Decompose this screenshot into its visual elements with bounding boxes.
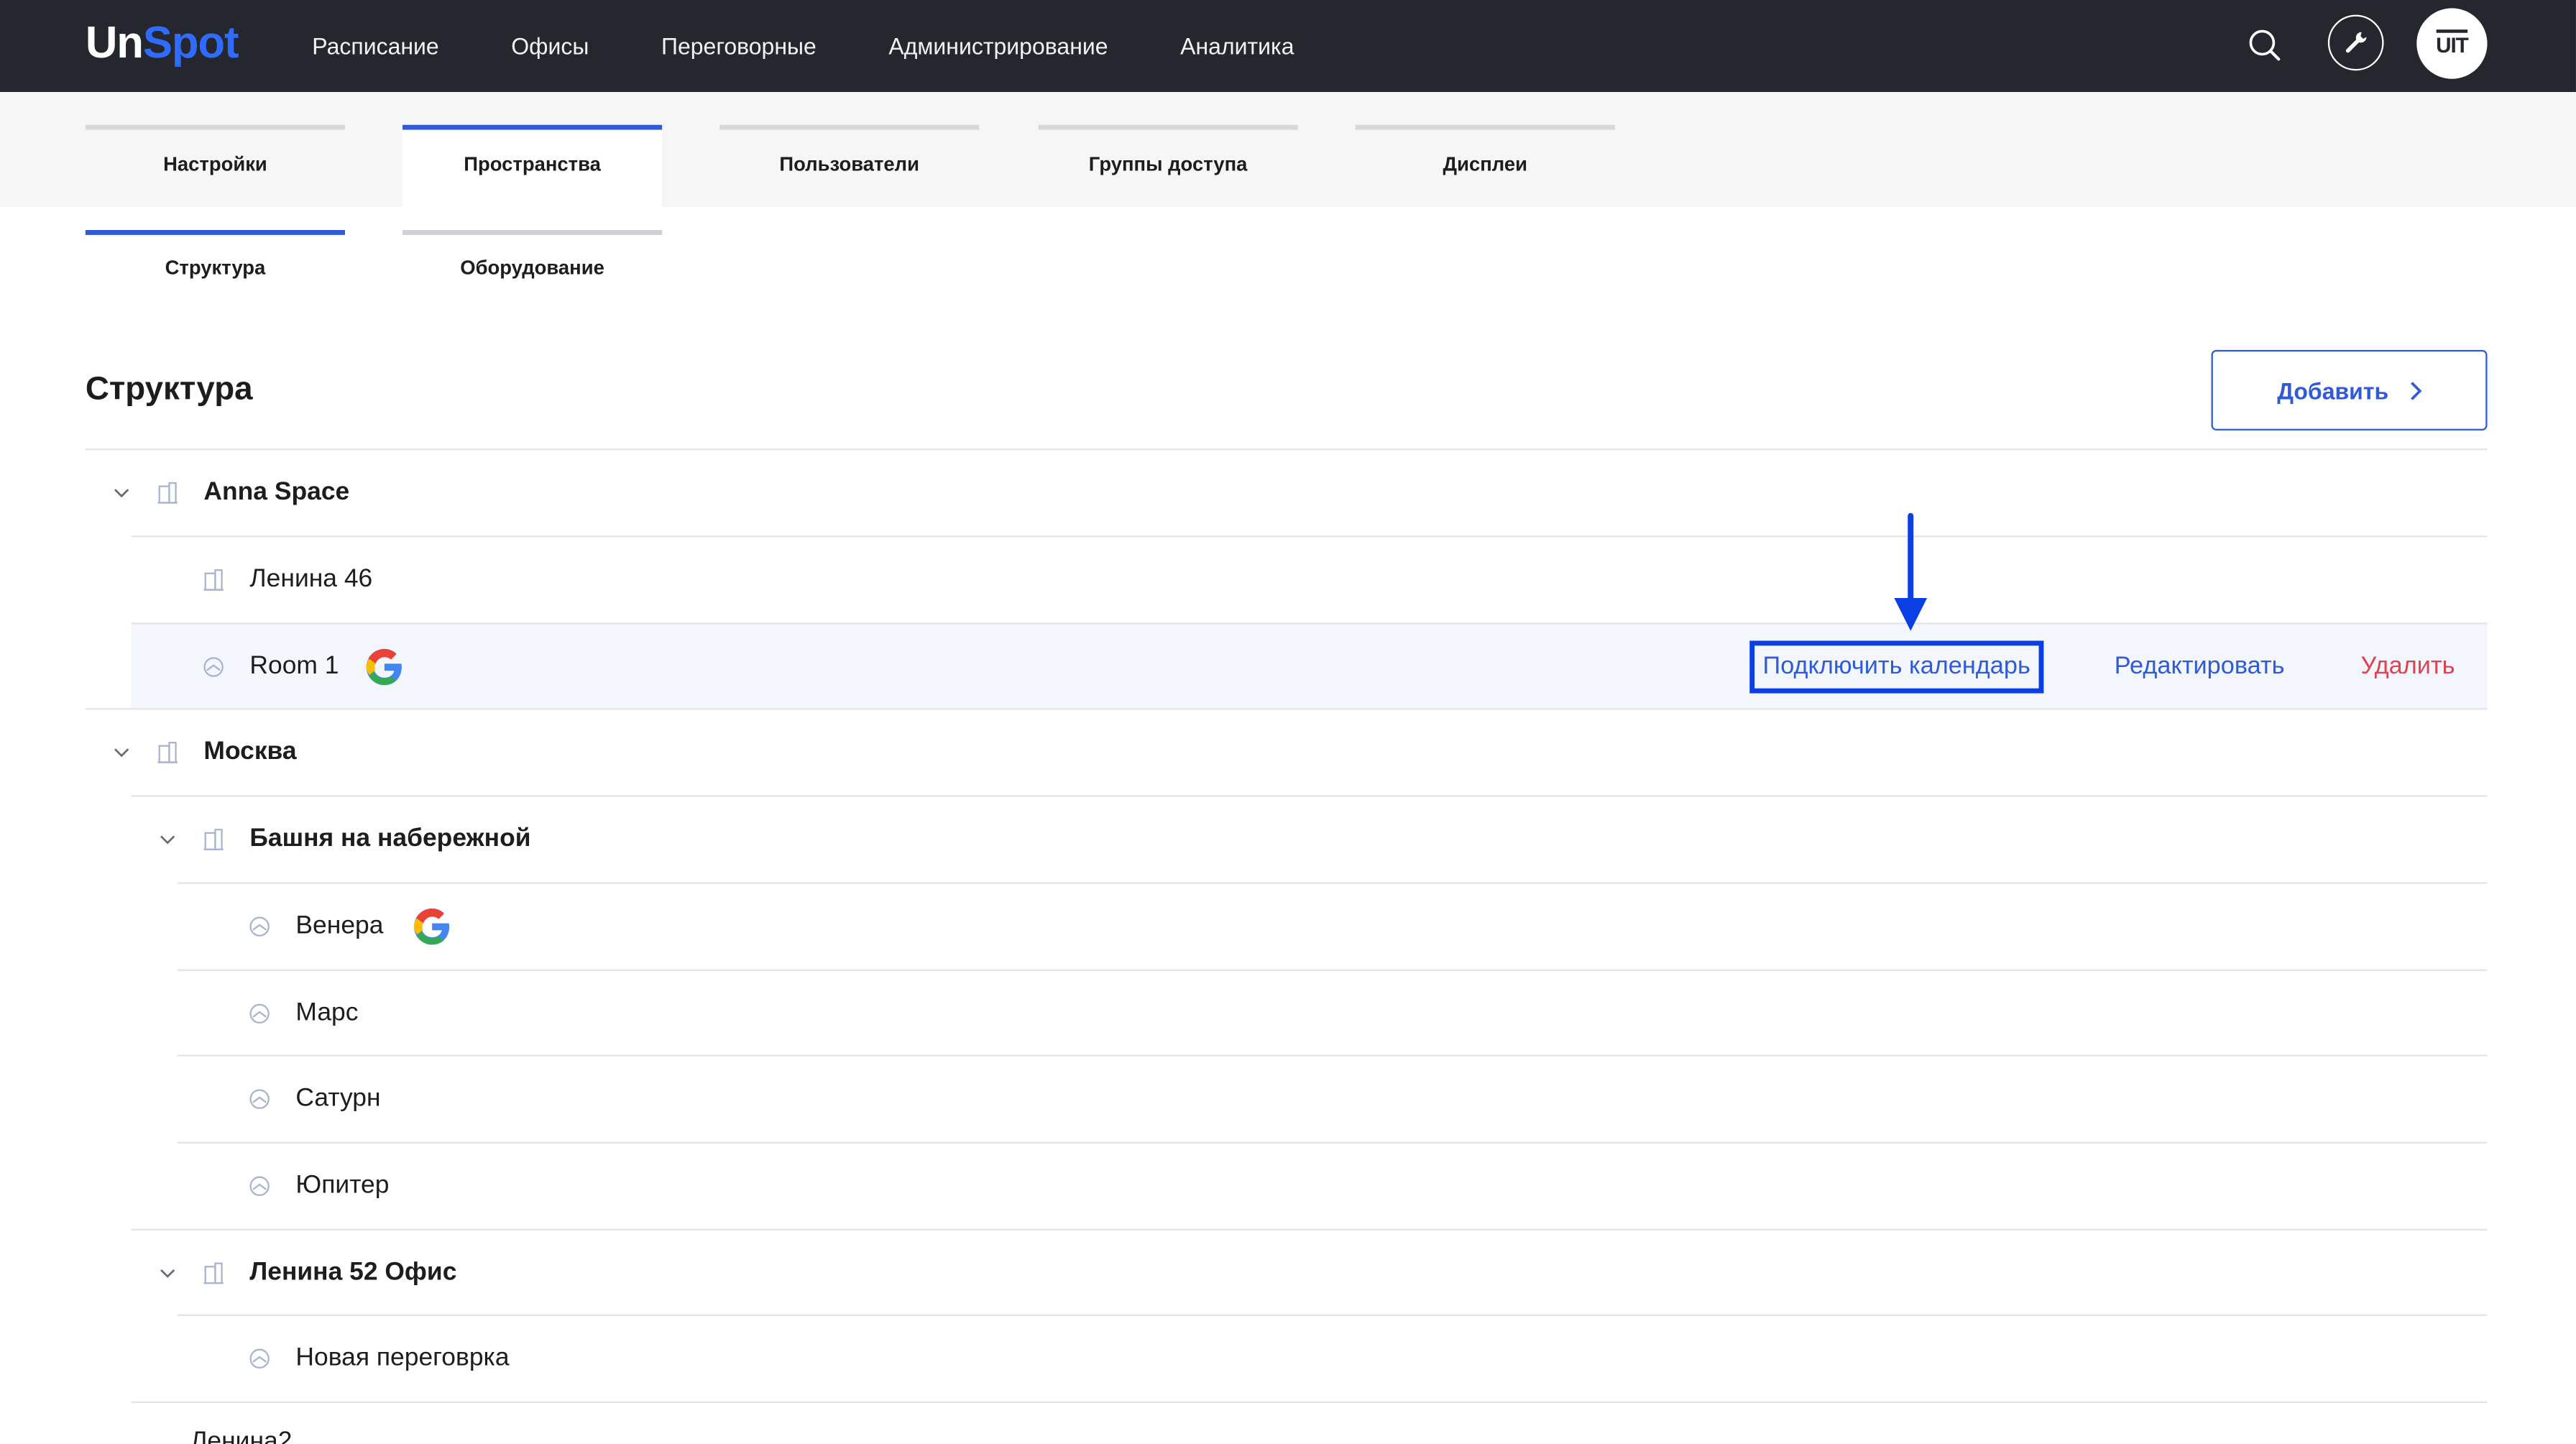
nav-item-analytics[interactable]: Аналитика: [1180, 0, 1294, 92]
tree-row-lenina-46[interactable]: Ленина 46: [131, 535, 2488, 622]
tab-displays[interactable]: Дисплеи: [1355, 124, 1615, 207]
avatar[interactable]: UIT: [2416, 8, 2488, 79]
annotation-arrow-icon: [1894, 512, 1928, 631]
logo-text-spot: Spot: [142, 18, 239, 68]
chevron-right-icon: [2410, 381, 2421, 400]
logo-text-un: Un: [85, 18, 144, 68]
chevron-down-icon[interactable]: [157, 1264, 177, 1283]
tab-users[interactable]: Пользователи: [719, 124, 980, 207]
tree-label: Ленина 52 Офис: [249, 1258, 457, 1287]
tree-label: Венера: [295, 911, 384, 940]
chevron-down-icon[interactable]: [111, 742, 131, 762]
google-calendar-icon: [366, 648, 402, 686]
delete-button[interactable]: Удалить: [2361, 625, 2455, 709]
tree-row-lenina-2[interactable]: [131, 1401, 2488, 1444]
tree-label: Москва: [203, 737, 297, 766]
room-icon: [249, 1003, 270, 1024]
nav-item-schedule[interactable]: Расписание: [312, 0, 438, 92]
nav-item-meeting-rooms[interactable]: Переговорные: [661, 0, 816, 92]
page-title: Структура: [85, 371, 253, 408]
search-icon[interactable]: [2242, 23, 2285, 65]
room-icon: [203, 657, 224, 677]
tree-label: Room 1: [249, 652, 339, 681]
building-icon: [203, 569, 224, 591]
tree-row-jupiter[interactable]: Юпитер: [177, 1141, 2488, 1229]
building-icon: [203, 1262, 224, 1284]
room-icon: [249, 916, 270, 937]
chevron-down-icon[interactable]: [111, 483, 131, 502]
tree-row-new-meeting-room[interactable]: Новая переговрка: [177, 1314, 2488, 1402]
main-nav: Расписание Офисы Переговорные Администри…: [312, 0, 1366, 92]
add-button-label: Добавить: [2277, 377, 2389, 404]
tab-access-groups[interactable]: Группы доступа: [1038, 124, 1298, 207]
building-icon: [157, 741, 178, 763]
google-calendar-icon: [413, 908, 450, 945]
tree-row-tower[interactable]: Башня на набережной: [131, 795, 2488, 882]
tree-row-venera[interactable]: Венера: [177, 882, 2488, 969]
room-icon: [249, 1348, 270, 1369]
tree-row-moscow[interactable]: Москва: [85, 708, 2488, 795]
add-button[interactable]: Добавить: [2211, 349, 2488, 431]
tree-row-lenina-52[interactable]: Ленина 52 Офис: [131, 1228, 2488, 1316]
app-window: UnSpot Расписание Офисы Переговорные Адм…: [0, 0, 2576, 1444]
room-icon: [249, 1176, 270, 1196]
connect-calendar-button[interactable]: Подключить календарь: [1749, 640, 2044, 694]
top-nav-bar: UnSpot Расписание Офисы Переговорные Адм…: [0, 0, 2576, 92]
tree-row-saturn[interactable]: Сатурн: [177, 1054, 2488, 1141]
tree-label: Марс: [295, 998, 359, 1027]
unspot-logo[interactable]: UnSpot: [86, 15, 239, 71]
tree-label: Башня на набережной: [249, 824, 531, 853]
tree-row-mars[interactable]: Марс: [177, 969, 2488, 1057]
tree-row-anna-space[interactable]: Anna Space: [85, 448, 2488, 535]
tree-row-room-1[interactable]: Room 1 Подключить календарь Редактироват…: [131, 622, 2488, 710]
nav-item-administration[interactable]: Администрирование: [888, 0, 1108, 92]
tree-label: Ленина 46: [249, 565, 373, 594]
tree-label: Новая переговрка: [295, 1343, 510, 1372]
tree-label: Ленина2: [190, 1427, 293, 1444]
avatar-text: UIT: [2436, 29, 2469, 58]
edit-button[interactable]: Редактировать: [2115, 625, 2285, 709]
tab-settings[interactable]: Настройки: [85, 124, 345, 207]
nav-item-offices[interactable]: Офисы: [511, 0, 589, 92]
chevron-down-icon[interactable]: [157, 829, 177, 849]
subtab-equipment[interactable]: Оборудование: [402, 229, 663, 295]
tree-label: Юпитер: [295, 1171, 390, 1200]
building-icon: [203, 829, 224, 850]
tree-label: Сатурн: [295, 1084, 381, 1113]
subtab-structure[interactable]: Структура: [85, 229, 345, 295]
wrench-icon[interactable]: [2327, 14, 2384, 71]
tree-label: Anna Space: [203, 478, 350, 506]
tab-spaces[interactable]: Пространства: [402, 124, 663, 207]
room-icon: [249, 1089, 270, 1109]
building-icon: [157, 482, 178, 504]
